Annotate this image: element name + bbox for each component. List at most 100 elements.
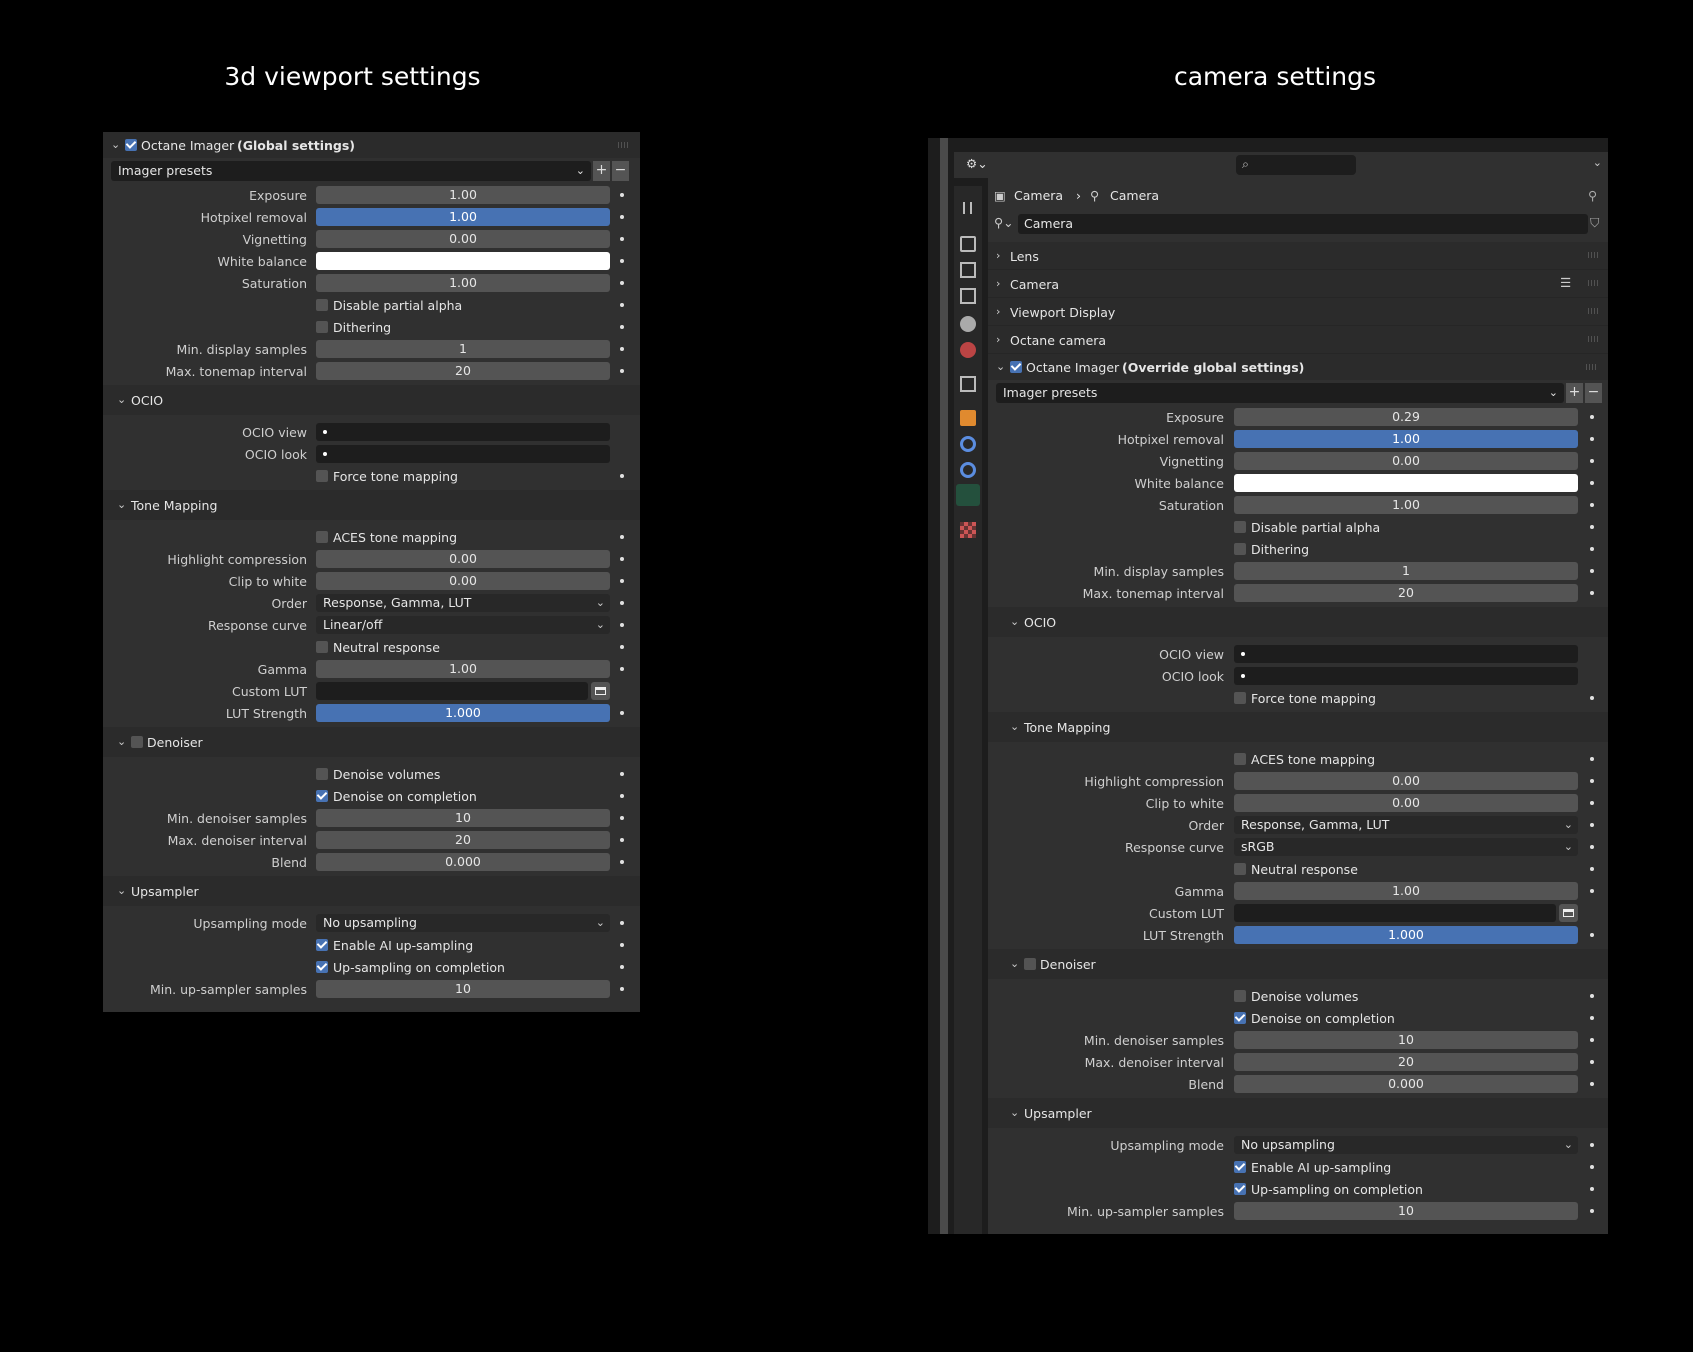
keyframe-dot-icon[interactable] bbox=[620, 860, 624, 864]
keyframe-dot-icon[interactable] bbox=[1590, 867, 1594, 871]
datablock-name-field[interactable]: Camera bbox=[1018, 214, 1588, 234]
saturation-field[interactable]: 1.00 bbox=[316, 274, 610, 292]
white-balance-field[interactable] bbox=[1234, 474, 1578, 492]
keyframe-dot-icon[interactable] bbox=[620, 645, 624, 649]
exposure-field[interactable]: 1.00 bbox=[316, 186, 610, 204]
tone-mapping-subpanel-header[interactable]: ⌄ Tone Mapping bbox=[103, 490, 640, 520]
collection-tab-icon[interactable] bbox=[960, 376, 976, 392]
render-tab-icon[interactable] bbox=[960, 236, 976, 252]
keyframe-dot-icon[interactable] bbox=[620, 921, 624, 925]
max-tonemap-interval-field[interactable]: 20 bbox=[1234, 584, 1578, 602]
keyframe-dot-icon[interactable] bbox=[1590, 591, 1594, 595]
keyframe-dot-icon[interactable] bbox=[1590, 757, 1594, 761]
breadcrumb-object[interactable]: Camera bbox=[1014, 188, 1063, 203]
order-dropdown[interactable]: Response, Gamma, LUT ⌄ bbox=[1234, 816, 1578, 834]
denoise-volumes-checkbox[interactable] bbox=[1234, 990, 1246, 1002]
upsampler-subpanel-header[interactable]: ⌄ Upsampler bbox=[988, 1098, 1608, 1128]
min-denoiser-samples-field[interactable]: 10 bbox=[1234, 1031, 1578, 1049]
keyframe-dot-icon[interactable] bbox=[1590, 1016, 1594, 1020]
min-display-samples-field[interactable]: 1 bbox=[316, 340, 610, 358]
ocio-subpanel-header[interactable]: ⌄ OCIO bbox=[988, 607, 1608, 637]
aces-tone-mapping-checkbox[interactable] bbox=[316, 531, 328, 543]
keyframe-dot-icon[interactable] bbox=[620, 303, 624, 307]
keyframe-dot-icon[interactable] bbox=[1590, 1165, 1594, 1169]
keyframe-dot-icon[interactable] bbox=[620, 943, 624, 947]
keyframe-dot-icon[interactable] bbox=[620, 816, 624, 820]
keyframe-dot-icon[interactable] bbox=[1590, 696, 1594, 700]
keyframe-dot-icon[interactable] bbox=[620, 579, 624, 583]
world-tab-icon[interactable] bbox=[960, 342, 976, 358]
keyframe-dot-icon[interactable] bbox=[1590, 994, 1594, 998]
keyframe-dot-icon[interactable] bbox=[1590, 415, 1594, 419]
folder-icon[interactable] bbox=[591, 682, 610, 700]
denoiser-enable-checkbox[interactable] bbox=[131, 736, 143, 748]
disable-partial-alpha-checkbox[interactable] bbox=[316, 299, 328, 311]
denoiser-subpanel-header[interactable]: ⌄ Denoiser bbox=[103, 727, 640, 757]
clip-to-white-field[interactable]: 0.00 bbox=[1234, 794, 1578, 812]
hotpixel-removal-field[interactable]: 1.00 bbox=[316, 208, 610, 226]
white-balance-field[interactable] bbox=[316, 252, 610, 270]
remove-preset-button[interactable]: − bbox=[1585, 383, 1602, 403]
keyframe-dot-icon[interactable] bbox=[1590, 1187, 1594, 1191]
keyframe-dot-icon[interactable] bbox=[1590, 1060, 1594, 1064]
view-layer-tab-icon[interactable] bbox=[960, 288, 976, 304]
ocio-subpanel-header[interactable]: ⌄ OCIO bbox=[103, 385, 640, 415]
ocio-look-field[interactable] bbox=[316, 445, 610, 463]
vignetting-field[interactable]: 0.00 bbox=[1234, 452, 1578, 470]
ocio-view-field[interactable] bbox=[1234, 645, 1578, 663]
response-curve-dropdown[interactable]: sRGB ⌄ bbox=[1234, 838, 1578, 856]
custom-lut-path-field[interactable] bbox=[316, 682, 588, 700]
keyframe-dot-icon[interactable] bbox=[620, 215, 624, 219]
dithering-checkbox[interactable] bbox=[316, 321, 328, 333]
keyframe-dot-icon[interactable] bbox=[1590, 823, 1594, 827]
drag-handle-icon[interactable] bbox=[618, 142, 630, 148]
keyframe-dot-icon[interactable] bbox=[620, 965, 624, 969]
upsampling-mode-dropdown[interactable]: No upsampling ⌄ bbox=[316, 914, 610, 932]
editor-type-icon[interactable]: ⚙⌄ bbox=[966, 156, 988, 171]
keyframe-dot-icon[interactable] bbox=[1590, 889, 1594, 893]
min-display-samples-field[interactable]: 1 bbox=[1234, 562, 1578, 580]
add-preset-button[interactable]: + bbox=[1566, 383, 1583, 403]
drag-handle-icon[interactable] bbox=[1586, 364, 1598, 370]
exposure-field[interactable]: 0.29 bbox=[1234, 408, 1578, 426]
hotpixel-removal-field[interactable]: 1.00 bbox=[1234, 430, 1578, 448]
imager-presets-dropdown[interactable]: Imager presets ⌄ bbox=[996, 383, 1564, 403]
min-denoiser-samples-field[interactable]: 10 bbox=[316, 809, 610, 827]
keyframe-dot-icon[interactable] bbox=[620, 987, 624, 991]
keyframe-dot-icon[interactable] bbox=[620, 838, 624, 842]
keyframe-dot-icon[interactable] bbox=[1590, 459, 1594, 463]
upsampling-mode-dropdown[interactable]: No upsampling ⌄ bbox=[1234, 1136, 1578, 1154]
min-upsampler-samples-field[interactable]: 10 bbox=[316, 980, 610, 998]
max-denoiser-interval-field[interactable]: 20 bbox=[1234, 1053, 1578, 1071]
keyframe-dot-icon[interactable] bbox=[620, 281, 624, 285]
list-icon[interactable]: ☰ bbox=[1560, 275, 1571, 290]
object-tab-icon[interactable] bbox=[960, 410, 976, 426]
upsampling-on-completion-checkbox[interactable] bbox=[1234, 1183, 1246, 1195]
keyframe-dot-icon[interactable] bbox=[1590, 525, 1594, 529]
octane-imager-header[interactable]: ⌄ Octane Imager (Override global settings) bbox=[988, 354, 1608, 380]
search-input[interactable]: ⌕ bbox=[1236, 155, 1356, 175]
collapsed-panel-3[interactable]: › Octane camera bbox=[988, 326, 1608, 354]
camera-datablock-icon[interactable]: ⚲⌄ bbox=[994, 215, 1014, 230]
keyframe-dot-icon[interactable] bbox=[1590, 779, 1594, 783]
octane-imager-header[interactable]: ⌄ Octane Imager (Global settings) bbox=[103, 132, 640, 158]
keyframe-dot-icon[interactable] bbox=[1590, 481, 1594, 485]
force-tone-mapping-checkbox[interactable] bbox=[1234, 692, 1246, 704]
max-tonemap-interval-field[interactable]: 20 bbox=[316, 362, 610, 380]
keyframe-dot-icon[interactable] bbox=[1590, 933, 1594, 937]
denoiser-subpanel-header[interactable]: ⌄ Denoiser bbox=[988, 949, 1608, 979]
breadcrumb-data[interactable]: Camera bbox=[1110, 188, 1159, 203]
keyframe-dot-icon[interactable] bbox=[1590, 569, 1594, 573]
ocio-view-field[interactable] bbox=[316, 423, 610, 441]
output-tab-icon[interactable] bbox=[960, 262, 976, 278]
keyframe-dot-icon[interactable] bbox=[1590, 503, 1594, 507]
blend-field[interactable]: 0.000 bbox=[316, 853, 610, 871]
add-preset-button[interactable]: + bbox=[593, 161, 610, 181]
blend-field[interactable]: 0.000 bbox=[1234, 1075, 1578, 1093]
keyframe-dot-icon[interactable] bbox=[620, 474, 624, 478]
keyframe-dot-icon[interactable] bbox=[1590, 437, 1594, 441]
ocio-look-field[interactable] bbox=[1234, 667, 1578, 685]
constraints-tab-icon[interactable] bbox=[960, 462, 976, 478]
keyframe-dot-icon[interactable] bbox=[620, 772, 624, 776]
saturation-field[interactable]: 1.00 bbox=[1234, 496, 1578, 514]
